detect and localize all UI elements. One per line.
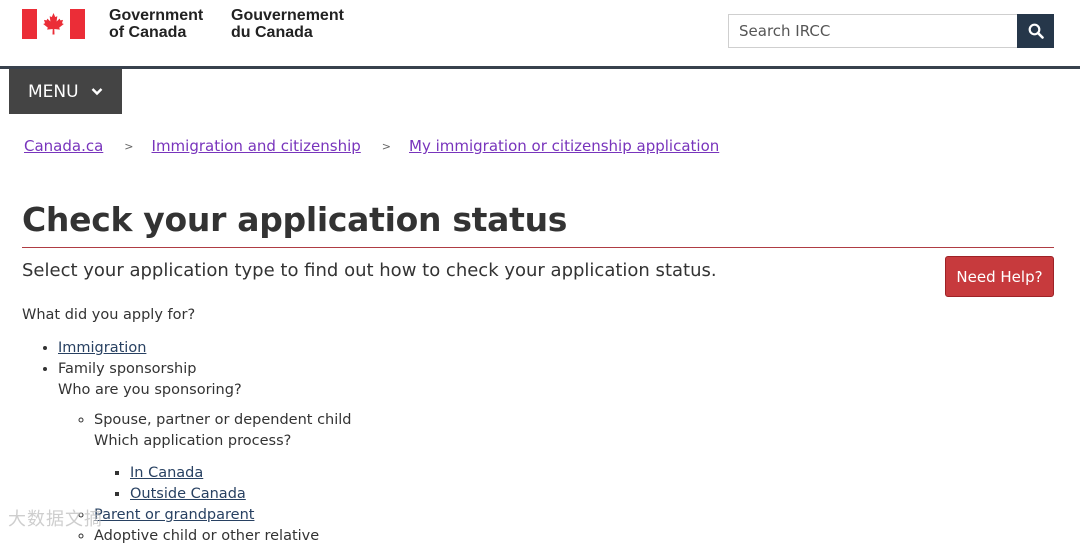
spouse-label: Spouse, partner or dependent child: [94, 412, 352, 428]
search-input[interactable]: [728, 14, 1017, 48]
link-parent-grandparent[interactable]: Parent or grandparent: [94, 507, 254, 523]
lead-text: Select your application type to find out…: [22, 260, 717, 281]
process-options: In Canada Outside Canada: [94, 463, 722, 505]
signature-french[interactable]: Gouvernement du Canada: [231, 7, 344, 41]
who-sponsoring-label: Who are you sponsoring?: [58, 382, 242, 398]
list-item: Family sponsorship Who are you sponsorin…: [58, 359, 722, 547]
list-item: Outside Canada: [130, 484, 722, 505]
signature-fr-line1: Gouvernement: [231, 7, 344, 24]
chevron-down-icon: [91, 88, 102, 96]
application-type-options: Immigration Family sponsorship Who are y…: [22, 338, 722, 547]
link-in-canada[interactable]: In Canada: [130, 465, 203, 481]
page-title: Check your application status: [22, 200, 568, 239]
list-item: Immigration: [58, 338, 722, 359]
list-item: Spouse, partner or dependent child Which…: [94, 410, 722, 505]
canada-flag-icon[interactable]: [22, 9, 85, 39]
header-divider: [0, 66, 1080, 69]
link-outside-canada[interactable]: Outside Canada: [130, 486, 246, 502]
breadcrumb-separator: >: [124, 139, 134, 153]
title-divider: [22, 247, 1054, 248]
list-item: In Canada: [130, 463, 722, 484]
breadcrumb-my-application[interactable]: My immigration or citizenship applicatio…: [409, 137, 719, 155]
link-immigration[interactable]: Immigration: [58, 340, 146, 356]
signature-fr-line2: du Canada: [231, 24, 313, 41]
signature-en-line1: Government: [109, 7, 204, 24]
family-sponsorship-label: Family sponsorship: [58, 361, 197, 377]
which-process-label: Which application process?: [94, 433, 292, 449]
search-bar: [728, 14, 1054, 48]
search-button[interactable]: [1017, 14, 1054, 48]
breadcrumb: Canada.ca > Immigration and citizenship …: [24, 136, 719, 156]
menu-button[interactable]: MENU: [9, 69, 122, 114]
search-icon: [1028, 23, 1044, 39]
need-help-button[interactable]: Need Help?: [945, 256, 1054, 297]
breadcrumb-immigration[interactable]: Immigration and citizenship: [152, 137, 361, 155]
breadcrumb-separator: >: [381, 139, 392, 153]
list-item: Parent or grandparent: [94, 505, 722, 526]
breadcrumb-canada[interactable]: Canada.ca: [24, 137, 103, 155]
signature-en-line2: of Canada: [109, 24, 187, 41]
application-type-list: Immigration Family sponsorship Who are y…: [22, 338, 722, 547]
list-item: Adoptive child or other relative: [94, 526, 722, 547]
menu-label: MENU: [28, 81, 79, 102]
question-text: What did you apply for?: [22, 307, 196, 323]
signature-english[interactable]: Government of Canada: [109, 7, 203, 41]
sponsorship-options: Spouse, partner or dependent child Which…: [58, 410, 722, 547]
site-header: Government of Canada Gouvernement du Can…: [0, 0, 1080, 66]
